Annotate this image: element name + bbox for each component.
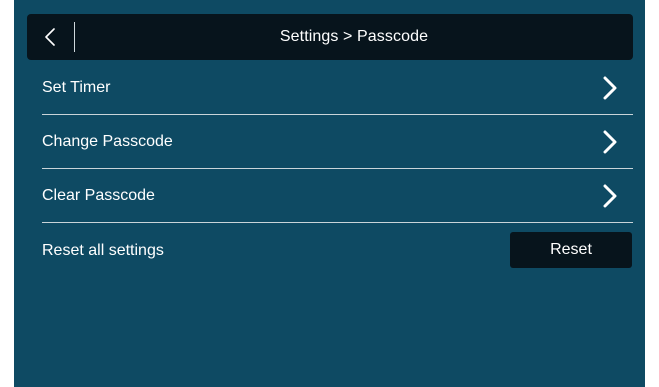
- row-divider: [42, 222, 633, 223]
- menu-item-set-timer[interactable]: Set Timer: [42, 61, 633, 114]
- menu-item-clear-passcode[interactable]: Clear Passcode: [42, 169, 633, 222]
- menu-item-label: Set Timer: [42, 79, 111, 96]
- menu-item-label: Change Passcode: [42, 133, 173, 150]
- reset-settings-label: Reset all settings: [42, 242, 164, 259]
- chevron-right-icon: [603, 76, 617, 100]
- reset-button[interactable]: Reset: [510, 232, 632, 268]
- chevron-left-icon: [45, 28, 55, 46]
- menu-item-label: Clear Passcode: [42, 187, 155, 204]
- header-bar: Settings > Passcode: [27, 14, 633, 60]
- back-button[interactable]: [27, 14, 75, 60]
- settings-screen: Settings > Passcode Set Timer Change Pas…: [14, 0, 645, 387]
- page-title: Settings > Passcode: [279, 28, 429, 45]
- menu-item-change-passcode[interactable]: Change Passcode: [42, 115, 633, 168]
- reset-settings-row: Reset all settings Reset: [42, 224, 633, 277]
- chevron-right-icon: [603, 130, 617, 154]
- chevron-right-icon: [603, 184, 617, 208]
